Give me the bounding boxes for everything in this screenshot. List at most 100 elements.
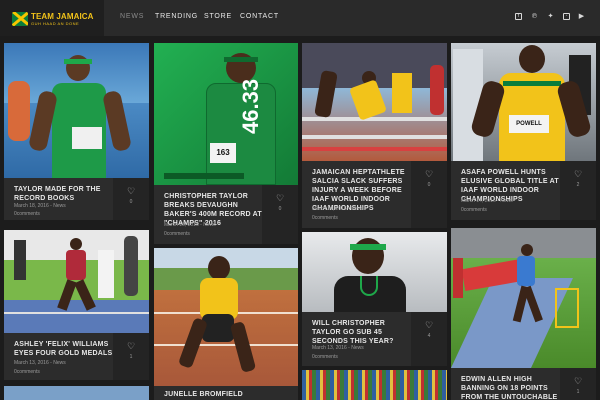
like-count: 2 xyxy=(576,182,580,188)
card-title[interactable]: TAYLOR MADE FOR THE RECORD BOOKS xyxy=(14,185,114,203)
card-meta: March 18, 2016 - News xyxy=(14,203,66,209)
like-count: 1 xyxy=(576,389,580,395)
card-info: ASHLEY 'FELIX' WILLIAMS EYES FOUR GOLD M… xyxy=(4,333,149,380)
article-card[interactable]: 163 46.33 CHRISTOPHER TAYLOR BREAKS DEVA… xyxy=(154,43,298,244)
meta-separator: - xyxy=(50,203,52,209)
article-card[interactable] xyxy=(302,370,447,400)
like-panel[interactable]: ♡ 1 xyxy=(113,333,149,380)
like-panel[interactable]: ♡ 0 xyxy=(113,178,149,220)
heart-icon[interactable]: ♡ xyxy=(126,186,136,197)
card-comments[interactable]: 0comments xyxy=(312,354,338,360)
bib-name: POWELL xyxy=(509,115,549,133)
card-title[interactable]: WILL CHRISTOPHER TAYLOR GO SUB 45 SECOND… xyxy=(312,319,412,346)
article-photo[interactable] xyxy=(4,230,149,333)
heart-icon[interactable]: ♡ xyxy=(424,169,434,180)
card-meta: March 14, 2016 - News xyxy=(461,198,513,204)
like-panel[interactable]: ♡ 4 xyxy=(411,312,447,366)
twitter-icon[interactable]: ✦ xyxy=(547,13,554,20)
card-category[interactable]: News xyxy=(351,345,364,351)
card-category[interactable]: News xyxy=(500,198,513,204)
meta-separator: - xyxy=(200,222,202,228)
card-category[interactable]: News xyxy=(53,360,66,366)
jamaica-flag-icon xyxy=(12,12,28,26)
article-photo[interactable]: POWELL xyxy=(451,43,596,161)
card-info: EDWIN ALLEN HIGH BANNING ON 18 POINTS FR… xyxy=(451,368,596,400)
card-info: WILL CHRISTOPHER TAYLOR GO SUB 45 SECOND… xyxy=(302,312,447,366)
nav-news[interactable]: NEWS xyxy=(120,13,144,20)
card-meta: March 13, 2016 - News xyxy=(14,360,66,366)
card-comments[interactable]: 0comments xyxy=(164,231,190,237)
card-comments[interactable]: 0comments xyxy=(14,211,40,217)
article-card[interactable]: JUNELLE BROMFIELD xyxy=(154,248,298,400)
heart-icon[interactable]: ♡ xyxy=(424,320,434,331)
article-card[interactable]: WILL CHRISTOPHER TAYLOR GO SUB 45 SECOND… xyxy=(302,232,447,366)
card-comments[interactable]: 0comments xyxy=(312,215,338,221)
card-info: TAYLOR MADE FOR THE RECORD BOOKS March 1… xyxy=(4,178,149,220)
card-category[interactable]: News xyxy=(203,222,216,228)
card-meta: March 16, 2016 - News xyxy=(164,222,216,228)
brand-title: TEAM JAMAICA xyxy=(31,12,94,21)
article-card[interactable]: POWELL ASAFA POWELL HUNTS ELUSIVE GLOBAL… xyxy=(451,43,596,220)
like-count: 1 xyxy=(129,354,133,360)
card-title[interactable]: JUNELLE BROMFIELD xyxy=(164,390,284,399)
card-comments[interactable]: 0comments xyxy=(461,207,487,213)
article-photo[interactable] xyxy=(4,386,149,400)
like-count: 0 xyxy=(129,199,133,205)
nav-store[interactable]: STORE xyxy=(204,13,232,20)
brand-tagline: GUH HAAD AN DONE xyxy=(31,21,80,26)
card-info: JAMAICAN HEPTATHLETE SALCIA SLACK SUFFER… xyxy=(302,161,447,228)
card-category[interactable]: News xyxy=(351,206,364,212)
like-count: 4 xyxy=(427,333,431,339)
card-date: March 14, 2016 xyxy=(312,206,347,212)
article-card[interactable]: ASHLEY 'FELIX' WILLIAMS EYES FOUR GOLD M… xyxy=(4,230,149,380)
like-panel[interactable]: ♡ 0 xyxy=(262,185,298,244)
article-card[interactable]: JAMAICAN HEPTATHLETE SALCIA SLACK SUFFER… xyxy=(302,43,447,228)
card-info: JUNELLE BROMFIELD xyxy=(154,386,298,400)
article-card[interactable] xyxy=(4,386,149,400)
heart-icon[interactable]: ♡ xyxy=(573,376,583,387)
nav-trending[interactable]: TRENDING xyxy=(155,13,198,20)
bib-number: 163 xyxy=(210,143,236,163)
like-count: 0 xyxy=(278,206,282,212)
heart-icon[interactable]: ♡ xyxy=(275,193,285,204)
like-panel[interactable]: ♡ 0 xyxy=(411,161,447,228)
youtube-icon[interactable]: ▶ xyxy=(578,13,585,20)
brand-logo[interactable]: TEAM JAMAICA GUH HAAD AN DONE xyxy=(0,0,104,36)
card-info: CHRISTOPHER TAYLOR BREAKS DEVAUGHN BAKER… xyxy=(154,185,298,244)
pinterest-icon[interactable]: ℗ xyxy=(531,13,538,20)
heart-icon[interactable]: ♡ xyxy=(573,169,583,180)
card-info: ASAFA POWELL HUNTS ELUSIVE GLOBAL TITLE … xyxy=(451,161,596,220)
like-count: 0 xyxy=(427,182,431,188)
nav-contact[interactable]: CONTACT xyxy=(240,13,279,20)
article-photo[interactable] xyxy=(302,370,447,400)
meta-separator: - xyxy=(497,198,499,204)
card-title[interactable]: ASHLEY 'FELIX' WILLIAMS EYES FOUR GOLD M… xyxy=(14,340,114,358)
article-photo[interactable]: 163 46.33 xyxy=(154,43,298,185)
top-navbar: TEAM JAMAICA GUH HAAD AN DONE NEWS TREND… xyxy=(0,0,600,36)
article-photo[interactable] xyxy=(302,232,447,312)
card-meta: March 14, 2016 - News xyxy=(312,206,364,212)
like-panel[interactable]: ♡ 2 xyxy=(560,161,596,220)
article-photo[interactable] xyxy=(154,248,298,386)
article-card[interactable]: EDWIN ALLEN HIGH BANNING ON 18 POINTS FR… xyxy=(451,228,596,400)
card-date: March 16, 2016 xyxy=(164,222,199,228)
card-title[interactable]: EDWIN ALLEN HIGH BANNING ON 18 POINTS FR… xyxy=(461,375,561,400)
card-date: March 14, 2016 xyxy=(461,198,496,204)
card-date: March 18, 2016 xyxy=(14,203,49,209)
article-photo[interactable] xyxy=(451,228,596,368)
card-comments[interactable]: 0comments xyxy=(14,369,40,375)
heart-icon[interactable]: ♡ xyxy=(126,341,136,352)
meta-separator: - xyxy=(50,360,52,366)
photo-time: 46.33 xyxy=(238,78,263,134)
article-card[interactable]: TAYLOR MADE FOR THE RECORD BOOKS March 1… xyxy=(4,43,149,220)
meta-separator: - xyxy=(348,206,350,212)
like-panel[interactable]: ♡ 1 xyxy=(560,368,596,400)
card-meta: March 13, 2016 - News xyxy=(312,345,364,351)
instagram-icon[interactable]: ◦ xyxy=(563,13,570,20)
card-date: March 13, 2016 xyxy=(312,345,347,351)
meta-separator: - xyxy=(348,345,350,351)
facebook-icon[interactable]: f xyxy=(515,13,522,20)
article-photo[interactable] xyxy=(302,43,447,161)
card-category[interactable]: News xyxy=(53,203,66,209)
article-photo[interactable] xyxy=(4,43,149,178)
